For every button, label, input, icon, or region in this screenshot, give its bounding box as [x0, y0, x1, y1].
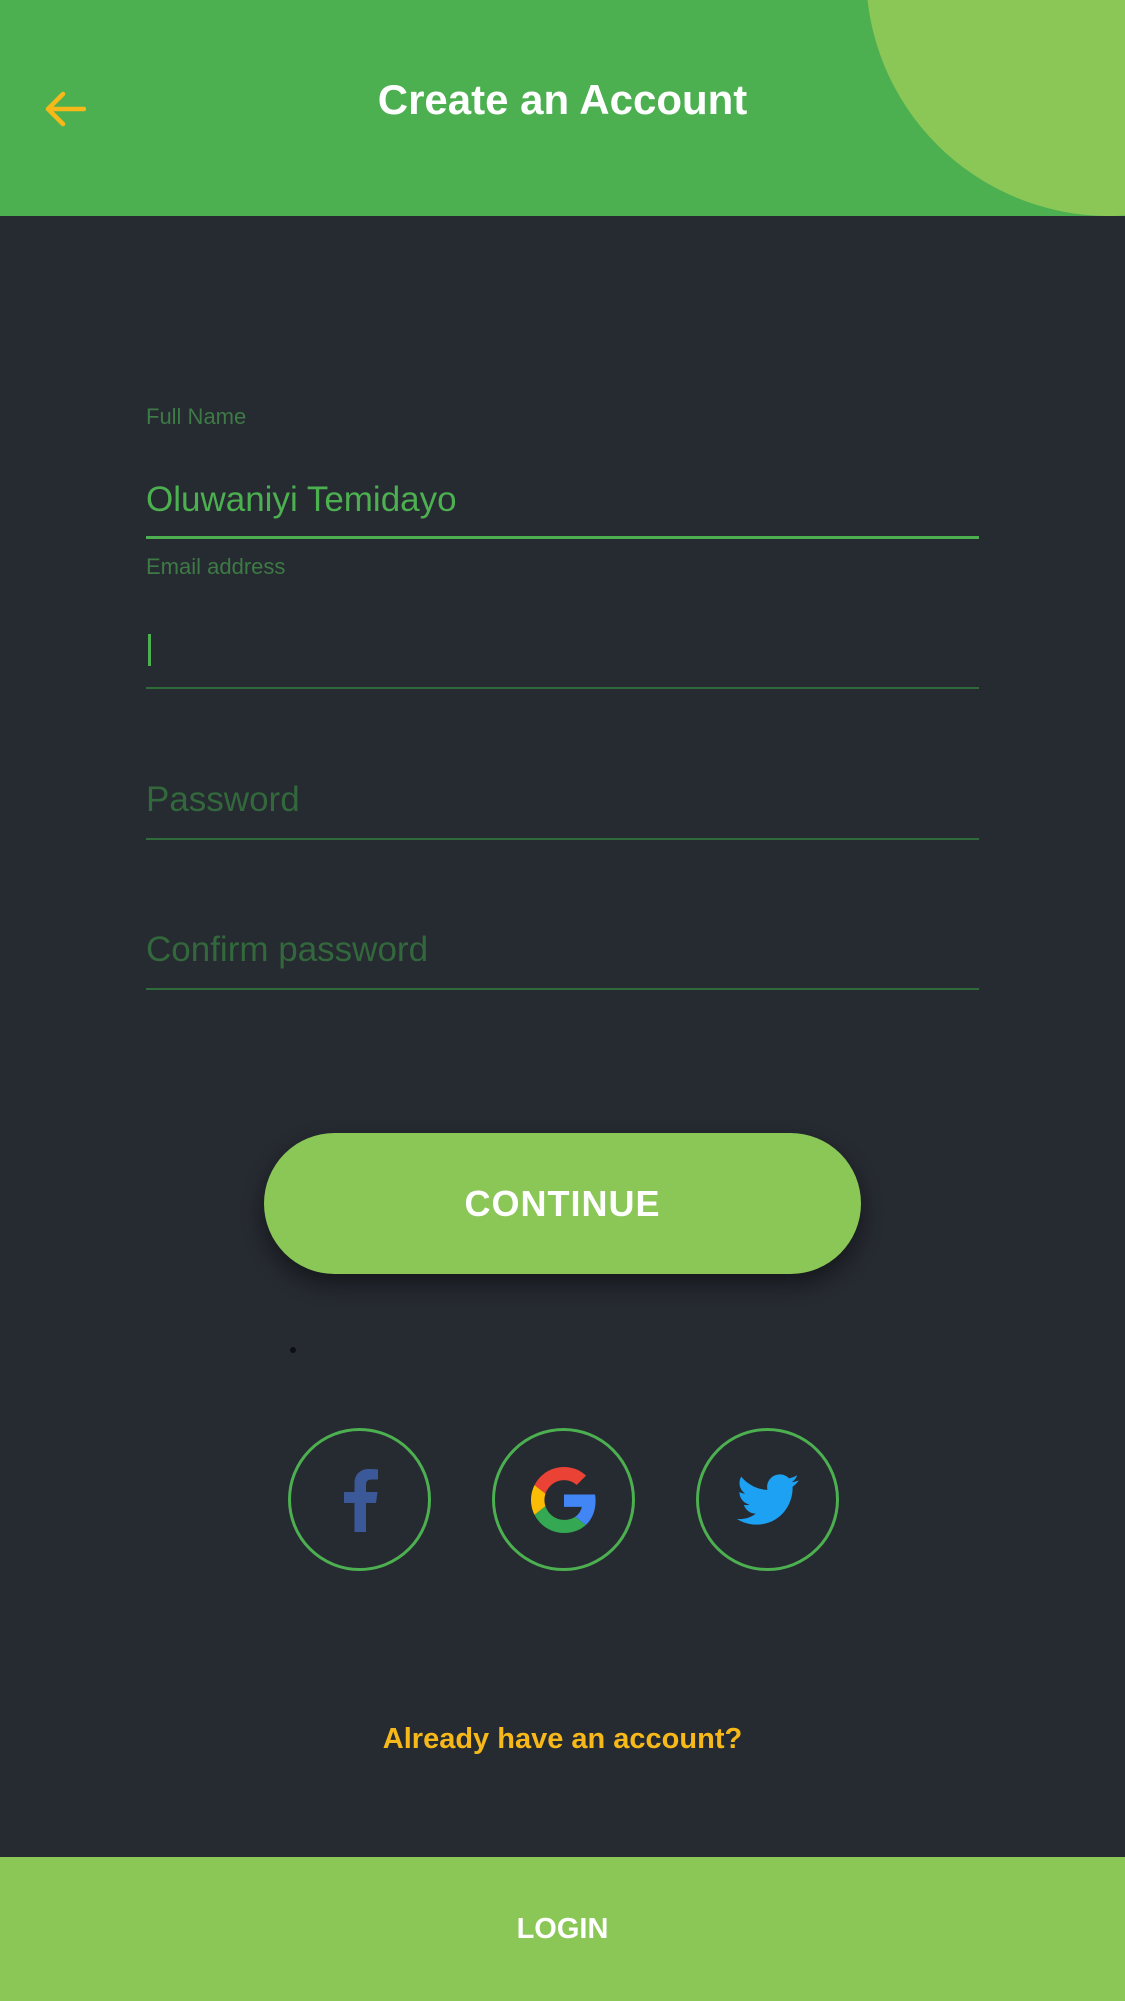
- email-underline: [146, 687, 979, 689]
- dot-mark: [290, 1347, 296, 1353]
- app-header: Create an Account: [0, 0, 1125, 216]
- google-icon: [530, 1466, 596, 1533]
- confirm-password-field[interactable]: Confirm password: [146, 928, 979, 990]
- password-underline: [146, 838, 979, 840]
- login-button-label: LOGIN: [516, 1912, 609, 1945]
- full-name-label: Full Name: [146, 404, 247, 429]
- signup-screen: Create an Account Full Name Oluwaniyi Te…: [0, 0, 1125, 2001]
- login-button[interactable]: LOGIN: [0, 1857, 1125, 2001]
- email-field[interactable]: Email address: [146, 554, 979, 694]
- confirm-password-input[interactable]: Confirm password: [146, 930, 428, 970]
- email-label: Email address: [146, 554, 286, 579]
- continue-button[interactable]: CONTINUE: [264, 1133, 861, 1274]
- twitter-button[interactable]: [696, 1428, 839, 1571]
- already-have-account-link[interactable]: Already have an account?: [0, 1723, 1125, 1756]
- full-name-underline: [146, 536, 979, 539]
- google-button[interactable]: [492, 1428, 635, 1571]
- confirm-password-underline: [146, 988, 979, 990]
- continue-button-label: CONTINUE: [464, 1182, 661, 1224]
- full-name-field[interactable]: Full Name Oluwaniyi Temidayo: [146, 404, 979, 544]
- full-name-input[interactable]: Oluwaniyi Temidayo: [146, 480, 457, 520]
- text-caret: [148, 634, 151, 666]
- facebook-button[interactable]: [288, 1428, 431, 1571]
- twitter-icon: [736, 1473, 799, 1525]
- page-title: Create an Account: [377, 76, 748, 123]
- password-field[interactable]: Password: [146, 778, 979, 840]
- password-input[interactable]: Password: [146, 780, 300, 820]
- facebook-icon: [343, 1468, 378, 1532]
